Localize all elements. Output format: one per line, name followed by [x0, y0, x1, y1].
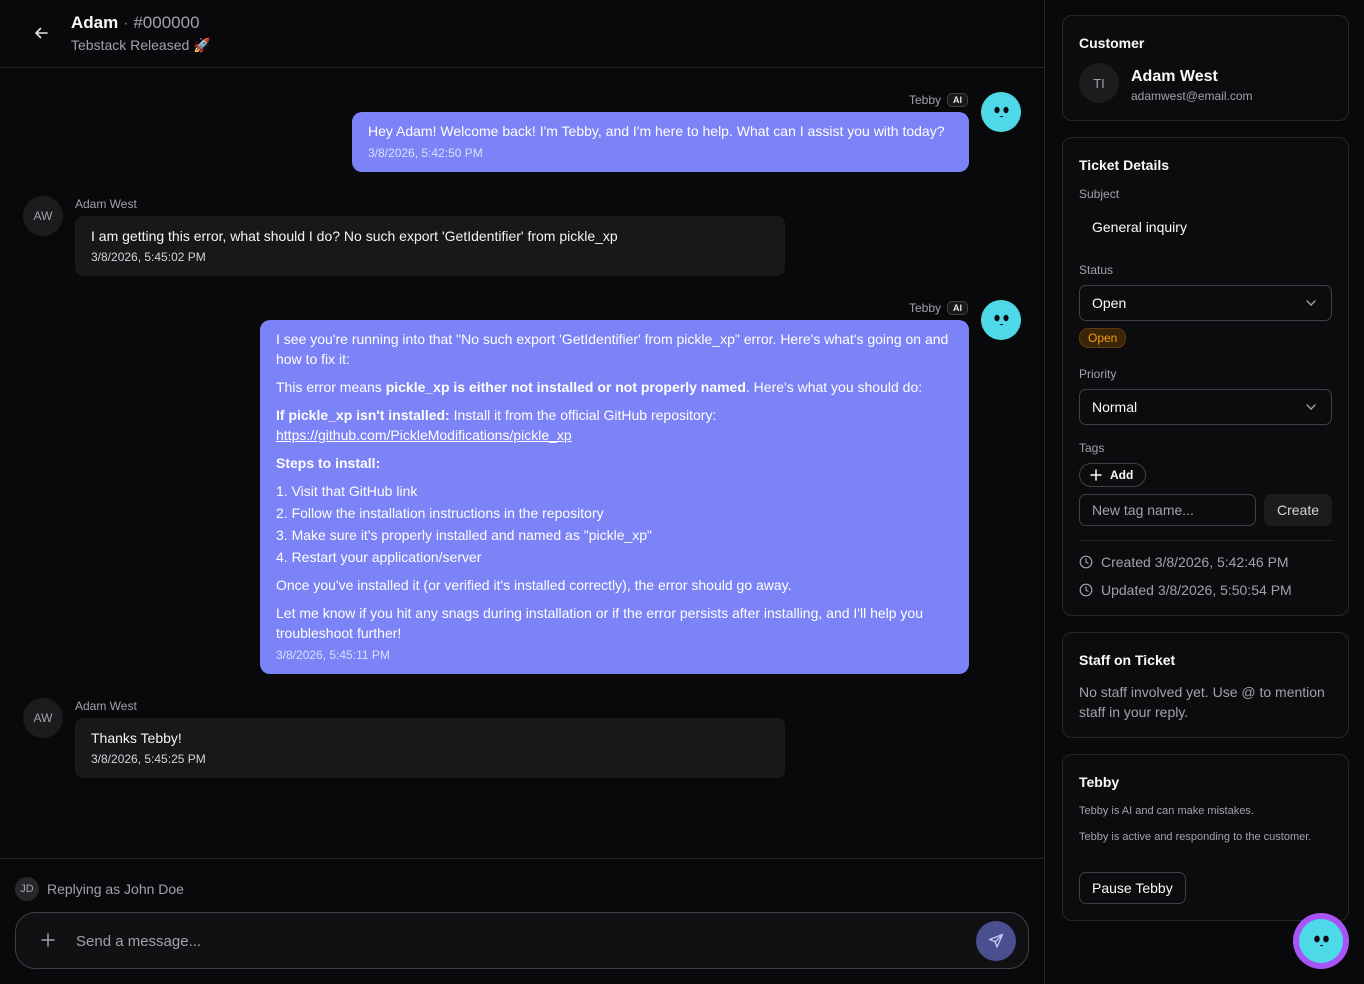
- created-text: Created 3/8/2026, 5:42:46 PM: [1101, 554, 1289, 570]
- ticket-details-card: Ticket Details Subject General inquiry S…: [1062, 137, 1349, 616]
- new-tag-input[interactable]: [1079, 494, 1256, 526]
- tebby-fab-button[interactable]: [1293, 913, 1349, 969]
- message-timestamp: 3/8/2026, 5:45:11 PM: [276, 648, 390, 662]
- message-sender: Tebby AI: [909, 301, 968, 315]
- tebby-card: Tebby Tebby is AI and can make mistakes.…: [1062, 754, 1349, 921]
- composer-area: JD Replying as John Doe: [0, 858, 1045, 984]
- message-paragraph: Once you've installed it (or verified it…: [276, 577, 792, 593]
- ai-badge: AI: [947, 93, 968, 107]
- message-paragraph: This error means pickle_xp is either not…: [276, 377, 953, 397]
- add-tag-button[interactable]: Add: [1079, 463, 1147, 487]
- divider: [1079, 540, 1332, 541]
- ticket-subtitle: Tebstack Released 🚀: [71, 37, 211, 53]
- chat-panel: Adam · #000000 Tebstack Released 🚀 Tebby…: [0, 0, 1045, 984]
- back-arrow-icon[interactable]: [28, 20, 54, 46]
- page-title: Adam · #000000: [71, 13, 200, 33]
- ai-badge: AI: [947, 301, 968, 315]
- updated-timestamp: Updated 3/8/2026, 5:50:54 PM: [1079, 582, 1292, 598]
- card-title: Staff on Ticket: [1079, 652, 1176, 668]
- avatar: JD: [15, 877, 39, 901]
- add-tag-label: Add: [1110, 468, 1134, 482]
- priority-select[interactable]: Normal: [1079, 389, 1332, 425]
- text-span: . Here's what you should do:: [745, 379, 923, 395]
- chevron-down-icon: [1306, 404, 1316, 410]
- text-span: Install it from the official GitHub repo…: [449, 407, 717, 423]
- tebby-face-icon: [1299, 919, 1343, 963]
- send-button[interactable]: [976, 921, 1016, 961]
- status-select[interactable]: Open: [1079, 285, 1332, 321]
- sender-name: Adam West: [75, 699, 137, 713]
- card-title: Tebby: [1079, 774, 1120, 790]
- list-item: 1. Visit that GitHub link: [276, 483, 418, 499]
- subject-label: Subject: [1079, 187, 1120, 201]
- message-composer: [15, 912, 1029, 969]
- chevron-down-icon: [1306, 300, 1316, 306]
- attach-plus-icon[interactable]: [36, 928, 60, 952]
- message-text: I am getting this error, what should I d…: [91, 228, 618, 244]
- bold-text: If pickle_xp isn't installed:: [276, 407, 450, 423]
- bold-text: Steps to install:: [276, 455, 381, 471]
- pause-tebby-button[interactable]: Pause Tebby: [1079, 872, 1186, 904]
- clock-icon: [1079, 555, 1093, 569]
- text-span: This error means: [276, 379, 386, 395]
- avatar: TI: [1079, 63, 1119, 103]
- title-separator: ·: [118, 13, 134, 32]
- status-label: Status: [1079, 263, 1114, 277]
- tebby-avatar-icon: [981, 300, 1021, 340]
- avatar: AW: [23, 698, 63, 738]
- clock-icon: [1079, 583, 1093, 597]
- message-bubble-ai: I see you're running into that "No such …: [260, 320, 969, 674]
- updated-text: Updated 3/8/2026, 5:50:54 PM: [1101, 582, 1292, 598]
- subject-value: General inquiry: [1092, 219, 1187, 235]
- message-paragraph: I see you're running into that "No such …: [276, 331, 949, 367]
- create-tag-button[interactable]: Create: [1264, 494, 1332, 526]
- list-item: 2. Follow the installation instructions …: [276, 505, 604, 521]
- message-timestamp: 3/8/2026, 5:45:02 PM: [91, 250, 206, 264]
- reply-as-indicator: JD Replying as John Doe: [15, 877, 184, 901]
- sender-name: Tebby: [908, 93, 941, 107]
- customer-name: Adam West: [1131, 68, 1218, 85]
- customer-email: adamwest@email.com: [1131, 89, 1253, 103]
- message-timestamp: 3/8/2026, 5:42:50 PM: [368, 146, 483, 160]
- sender-name: Adam West: [75, 197, 137, 211]
- message-paragraph: Let me know if you hit any snags during …: [276, 605, 924, 641]
- steps-title: Steps to install:: [276, 453, 953, 473]
- card-title: Customer: [1079, 35, 1145, 51]
- message-paragraph: If pickle_xp isn't installed: Install it…: [276, 405, 953, 445]
- ticket-id: #000000: [133, 13, 200, 32]
- list-item: 4. Restart your application/server: [276, 549, 482, 565]
- tags-label: Tags: [1079, 441, 1105, 455]
- tebby-disclaimer: Tebby is AI and can make mistakes.: [1079, 805, 1254, 817]
- message-bubble-user: Thanks Tebby! 3/8/2026, 5:45:25 PM: [75, 718, 785, 778]
- priority-select-value: Normal: [1092, 399, 1138, 415]
- status-badge: Open: [1079, 328, 1127, 348]
- list-item: 3. Make sure it's properly installed and…: [276, 527, 653, 543]
- send-icon: [988, 933, 1004, 948]
- avatar: AW: [23, 196, 63, 236]
- bold-text: pickle_xp is either not installed or not…: [385, 379, 746, 395]
- ticket-sidebar: Customer TI Adam West adamwest@email.com…: [1046, 0, 1364, 984]
- priority-label: Priority: [1079, 367, 1117, 381]
- created-timestamp: Created 3/8/2026, 5:42:46 PM: [1079, 554, 1289, 570]
- staff-card: Staff on Ticket No staff involved yet. U…: [1062, 632, 1349, 738]
- reply-as-label: Replying as John Doe: [47, 881, 184, 897]
- message-sender: Tebby AI: [909, 93, 968, 107]
- customer-card: Customer TI Adam West adamwest@email.com: [1062, 15, 1349, 121]
- message-timestamp: 3/8/2026, 5:45:25 PM: [91, 752, 206, 766]
- message-bubble-user: I am getting this error, what should I d…: [75, 216, 785, 276]
- card-title: Ticket Details: [1079, 157, 1170, 173]
- staff-empty-text: No staff involved yet. Use @ to mention …: [1079, 684, 1325, 720]
- message-text: Hey Adam! Welcome back! I'm Tebby, and I…: [368, 123, 945, 139]
- sender-name: Tebby: [908, 301, 941, 315]
- status-select-value: Open: [1092, 295, 1127, 311]
- chat-header: Adam · #000000 Tebstack Released 🚀: [0, 0, 1044, 68]
- github-link[interactable]: https://github.com/PickleModifications/p…: [276, 427, 572, 443]
- message-bubble-ai: Hey Adam! Welcome back! I'm Tebby, and I…: [352, 112, 969, 172]
- tebby-status: Tebby is active and responding to the cu…: [1079, 831, 1312, 843]
- tebby-avatar-icon: [981, 92, 1021, 132]
- plus-icon: [1090, 469, 1102, 481]
- message-text: Thanks Tebby!: [91, 730, 182, 746]
- customer-name: Adam: [71, 13, 119, 32]
- message-input[interactable]: [76, 927, 956, 955]
